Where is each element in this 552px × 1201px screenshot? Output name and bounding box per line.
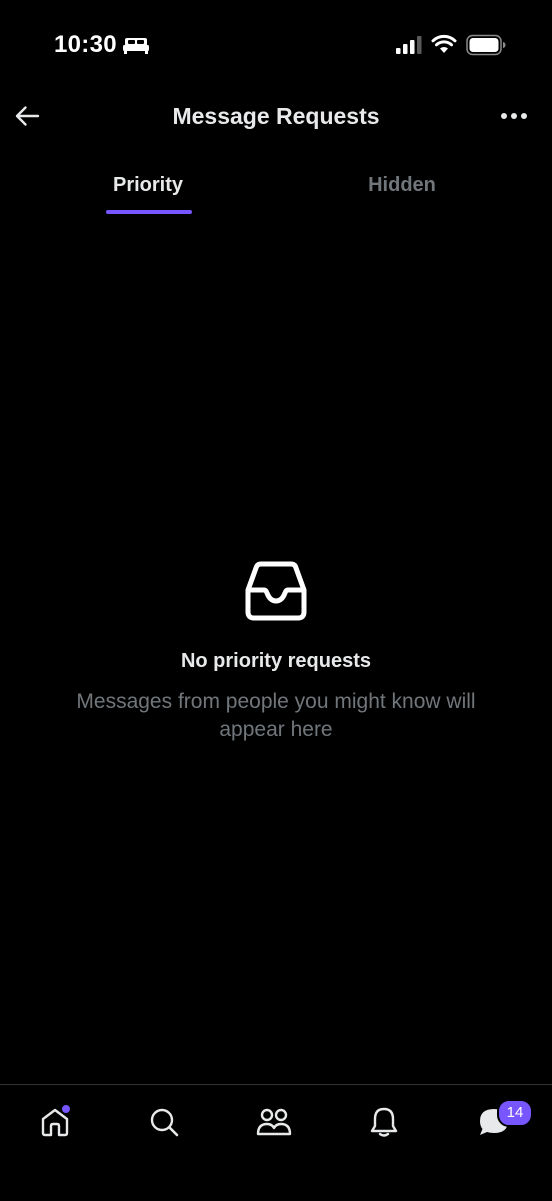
battery-icon (466, 34, 506, 56)
empty-state-subtitle: Messages from people you might know will… (76, 690, 476, 741)
page-title: Message Requests (172, 103, 380, 129)
tab-bar: Priority Hidden (0, 158, 552, 218)
tab-label: Hidden (368, 174, 436, 196)
active-tab-indicator (106, 210, 192, 214)
status-bar: 10:30 (0, 0, 552, 90)
tab-priority[interactable]: Priority (98, 158, 198, 216)
unread-count-badge: 14 (497, 1099, 533, 1127)
tab-label: Priority (112, 174, 184, 196)
inbox-icon (245, 561, 307, 621)
sleep-focus-icon (123, 38, 149, 54)
nav-notifications[interactable] (354, 1099, 414, 1145)
wifi-icon (431, 34, 457, 53)
more-options-button[interactable] (494, 102, 534, 130)
more-horizontal-icon (501, 113, 527, 119)
status-time: 10:30 (54, 31, 117, 58)
header: Message Requests (0, 90, 552, 142)
nav-messages[interactable]: 14 (464, 1099, 533, 1145)
bell-icon (370, 1107, 398, 1137)
nav-home[interactable] (25, 1099, 85, 1145)
cellular-signal-icon (396, 36, 422, 54)
empty-state: No priority requests Messages from peopl… (0, 560, 552, 744)
empty-state-title: No priority requests (180, 650, 372, 672)
nav-search[interactable] (134, 1099, 194, 1145)
tab-hidden[interactable]: Hidden (350, 158, 454, 216)
notification-dot (62, 1105, 70, 1113)
people-icon (256, 1108, 292, 1136)
nav-communities[interactable] (244, 1099, 304, 1145)
search-icon (150, 1108, 179, 1137)
bottom-navigation: 14 (0, 1084, 552, 1201)
